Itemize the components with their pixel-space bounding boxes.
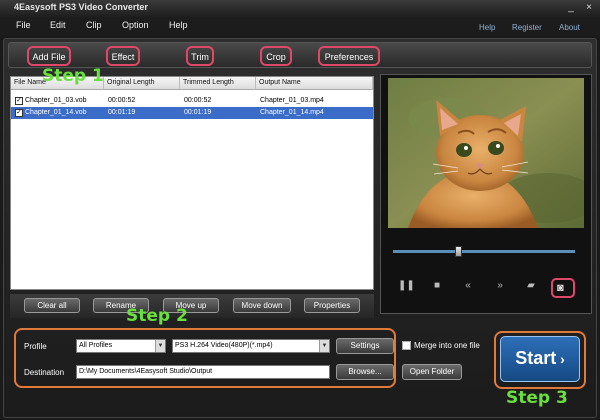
trim-button[interactable]: Trim — [186, 46, 214, 66]
destination-value: D:\My Documents\4Easysoft Studio\Output — [79, 368, 213, 375]
row-checkbox[interactable]: ✓ — [15, 109, 23, 117]
seek-handle[interactable] — [455, 246, 462, 257]
link-about[interactable]: About — [559, 23, 580, 32]
original-length: 00:01:19 — [108, 109, 136, 116]
camera-icon: ◙ — [557, 282, 564, 294]
chevron-down-icon: ▼ — [155, 340, 165, 352]
clear-all-button[interactable]: Clear all — [24, 298, 80, 313]
effect-button[interactable]: Effect — [106, 46, 140, 66]
trimmed-length: 00:00:52 — [184, 97, 212, 104]
start-label: Start — [515, 348, 557, 368]
video-preview — [388, 78, 584, 228]
file-name: Chapter_01_03.vob — [25, 97, 87, 104]
title-bar: 4Easysoft PS3 Video Converter _ × — [0, 0, 600, 17]
chevron-right-icon: › — [556, 351, 565, 367]
close-button[interactable]: × — [582, 2, 596, 14]
snapshot-button[interactable]: ◙ — [551, 278, 575, 298]
move-down-button[interactable]: Move down — [233, 298, 291, 313]
profile-format-value: PS3 H.264 Video(480P)(*.mp4) — [175, 342, 273, 349]
kitten-image — [388, 78, 584, 228]
properties-button[interactable]: Properties — [304, 298, 360, 313]
row-checkbox[interactable]: ✓ — [15, 97, 23, 105]
stop-icon[interactable]: ■ — [430, 280, 444, 292]
profile-category-select[interactable]: All Profiles ▼ — [76, 339, 166, 353]
step-1-label: Step 1 — [42, 66, 104, 86]
merge-label: Merge into one file — [414, 341, 480, 350]
merge-checkbox[interactable] — [402, 341, 411, 350]
link-help[interactable]: Help — [479, 23, 495, 32]
seek-track[interactable] — [393, 250, 575, 253]
menu-option[interactable]: Option — [122, 20, 149, 30]
add-file-button[interactable]: Add File — [27, 46, 71, 66]
col-original-length[interactable]: Original Length — [104, 77, 180, 90]
table-row-selected[interactable]: ✓ Chapter_01_14.vob 00:01:19 00:01:19 Ch… — [11, 107, 373, 119]
original-length: 00:00:52 — [108, 97, 136, 104]
window-title: 4Easysoft PS3 Video Converter — [14, 2, 148, 12]
profile-category-value: All Profiles — [79, 342, 113, 349]
crop-button[interactable]: Crop — [260, 46, 292, 66]
table-row[interactable]: ✓ Chapter_01_03.vob 00:00:52 00:00:52 Ch… — [11, 95, 373, 107]
destination-input[interactable]: D:\My Documents\4Easysoft Studio\Output — [76, 365, 330, 379]
file-name: Chapter_01_14.vob — [25, 109, 87, 116]
col-trimmed-length[interactable]: Trimmed Length — [180, 77, 256, 90]
profile-label: Profile — [24, 342, 47, 351]
output-name: Chapter_01_03.mp4 — [260, 97, 324, 104]
rewind-icon[interactable]: « — [461, 280, 475, 292]
menu-bar: File Edit Clip Option Help Help Register… — [0, 17, 600, 36]
menu-file[interactable]: File — [16, 20, 31, 30]
profile-format-select[interactable]: PS3 H.264 Video(480P)(*.mp4) ▼ — [172, 339, 330, 353]
menu-help[interactable]: Help — [169, 20, 188, 30]
browse-button[interactable]: Browse... — [336, 364, 394, 380]
output-name: Chapter_01_14.mp4 — [260, 109, 324, 116]
toolbar — [8, 42, 592, 68]
col-output-name[interactable]: Output Name — [256, 77, 373, 90]
settings-button[interactable]: Settings — [336, 338, 394, 354]
step-3-label: Step 3 — [506, 388, 568, 408]
start-button[interactable]: Start › — [500, 336, 580, 382]
forward-icon[interactable]: » — [493, 280, 507, 292]
pause-icon[interactable]: ❚❚ — [398, 280, 415, 292]
preferences-button[interactable]: Preferences — [318, 46, 380, 66]
file-list[interactable]: File Name Original Length Trimmed Length… — [10, 76, 374, 290]
step-2-label: Step 2 — [126, 306, 188, 326]
menu-edit[interactable]: Edit — [50, 20, 66, 30]
destination-label: Destination — [24, 368, 65, 377]
minimize-button[interactable]: _ — [564, 2, 578, 14]
open-folder-button[interactable]: Open Folder — [402, 364, 462, 380]
trimmed-length: 00:01:19 — [184, 109, 212, 116]
folder-icon[interactable]: ▰ — [524, 280, 538, 292]
chevron-down-icon: ▼ — [319, 340, 329, 352]
link-register[interactable]: Register — [512, 23, 542, 32]
menu-clip[interactable]: Clip — [86, 20, 102, 30]
